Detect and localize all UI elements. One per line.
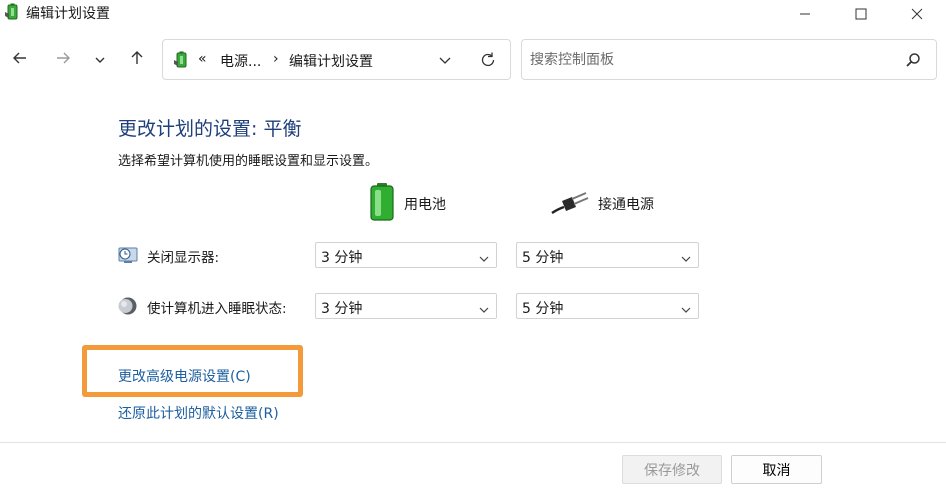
close-button[interactable] bbox=[889, 0, 945, 28]
moon-icon bbox=[118, 296, 138, 316]
title-bar: 编辑计划设置 bbox=[0, 0, 946, 28]
address-history-button[interactable] bbox=[437, 52, 453, 72]
arrow-left-icon bbox=[12, 50, 28, 70]
close-icon bbox=[911, 8, 923, 20]
battery-icon bbox=[368, 182, 396, 226]
forward-button[interactable] bbox=[49, 46, 77, 74]
maximize-button[interactable] bbox=[833, 0, 889, 28]
breadcrumb-current[interactable]: 编辑计划设置 bbox=[289, 51, 373, 71]
column-header-battery: 用电池 bbox=[368, 182, 446, 226]
battery-column-label: 用电池 bbox=[404, 197, 446, 213]
advanced-power-settings-link[interactable]: 更改高级电源设置(C) bbox=[118, 366, 251, 386]
sleep-plugged-select[interactable]: 5 分钟 bbox=[516, 293, 699, 319]
column-header-plugged-in: 接通电源 bbox=[550, 184, 654, 224]
chevron-down-icon bbox=[681, 302, 691, 318]
power-plan-icon bbox=[172, 50, 192, 70]
select-value: 5 分钟 bbox=[522, 301, 564, 317]
cancel-button[interactable]: 取消 bbox=[731, 455, 822, 484]
breadcrumb-overflow[interactable]: « bbox=[198, 51, 207, 67]
save-changes-button[interactable]: 保存修改 bbox=[622, 455, 722, 484]
display-clock-icon bbox=[118, 245, 138, 265]
chevron-down-icon bbox=[439, 57, 451, 64]
turn-off-display-label: 关闭显示器: bbox=[147, 250, 220, 266]
back-button[interactable] bbox=[6, 46, 34, 74]
select-value: 5 分钟 bbox=[522, 250, 564, 266]
plugged-in-column-label: 接通电源 bbox=[598, 197, 654, 213]
arrow-right-icon bbox=[55, 50, 71, 70]
arrow-up-icon bbox=[129, 50, 145, 70]
sleep-battery-select[interactable]: 3 分钟 bbox=[315, 293, 497, 319]
sleep-label: 使计算机进入睡眠状态: bbox=[147, 301, 287, 317]
minimize-button[interactable] bbox=[777, 0, 833, 28]
chevron-down-icon bbox=[479, 302, 489, 318]
chevron-down-icon bbox=[479, 251, 489, 267]
search-box[interactable] bbox=[521, 39, 937, 80]
power-plug-icon bbox=[550, 187, 590, 221]
page-subtitle: 选择希望计算机使用的睡眠设置和显示设置。 bbox=[118, 154, 379, 169]
footer-divider bbox=[0, 442, 946, 443]
maximize-icon bbox=[855, 8, 867, 20]
refresh-button[interactable] bbox=[479, 51, 497, 73]
search-icon[interactable] bbox=[905, 52, 921, 72]
refresh-icon bbox=[481, 52, 495, 67]
minimize-icon bbox=[799, 8, 811, 20]
address-bar[interactable]: « 电源... › 编辑计划设置 bbox=[162, 39, 511, 80]
breadcrumb-parent[interactable]: 电源... bbox=[220, 51, 261, 71]
turn-off-display-plugged-select[interactable]: 5 分钟 bbox=[516, 242, 699, 268]
select-value: 3 分钟 bbox=[321, 301, 363, 317]
chevron-down-icon bbox=[94, 51, 106, 70]
window-title: 编辑计划设置 bbox=[26, 6, 110, 22]
breadcrumb-separator[interactable]: › bbox=[273, 51, 279, 67]
chevron-down-icon bbox=[681, 251, 691, 267]
select-value: 3 分钟 bbox=[321, 250, 363, 266]
turn-off-display-battery-select[interactable]: 3 分钟 bbox=[315, 242, 497, 268]
recent-locations-button[interactable] bbox=[86, 46, 114, 74]
up-button[interactable] bbox=[123, 46, 151, 74]
search-input[interactable] bbox=[530, 50, 890, 70]
power-plan-icon bbox=[3, 2, 23, 22]
restore-defaults-link[interactable]: 还原此计划的默认设置(R) bbox=[118, 403, 279, 423]
page-title: 更改计划的设置: 平衡 bbox=[118, 118, 302, 140]
